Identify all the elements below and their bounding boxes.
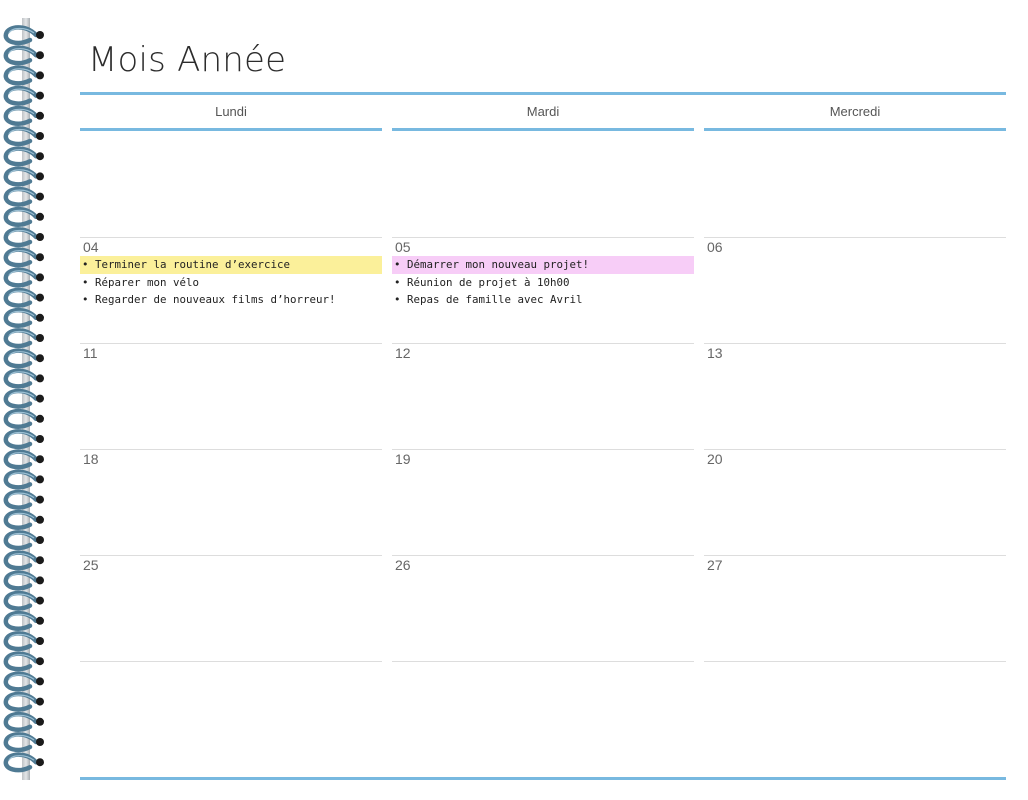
spiral-coil: [3, 105, 44, 126]
spiral-coil: [3, 368, 44, 389]
calendar-cell[interactable]: 06: [704, 237, 1006, 344]
spiral-coil: [3, 429, 44, 450]
spiral-coil: [3, 65, 44, 86]
calendar-cell[interactable]: 27: [704, 555, 1006, 662]
day-header-mercredi: Mercredi: [829, 104, 881, 119]
spiral-coil: [3, 307, 44, 328]
day-number: [392, 131, 694, 149]
day-number: [80, 131, 382, 149]
spiral-coil: [3, 388, 44, 409]
bottom-rule: [80, 777, 1006, 780]
task-list: Terminer la routine d’exercice Réparer m…: [80, 256, 382, 309]
spiral-coil: [3, 489, 44, 510]
calendar-cell[interactable]: 12: [392, 343, 694, 450]
cell-divider: [80, 661, 382, 662]
spiral-coil: [3, 328, 44, 349]
task-item[interactable]: Réunion de projet à 10h00: [392, 274, 694, 292]
spiral-coil: [3, 570, 44, 591]
spiral-coil: [3, 752, 44, 773]
calendar-cell[interactable]: 04 Terminer la routine d’exercice Répare…: [80, 237, 382, 344]
spiral-coil: [3, 631, 44, 652]
day-number: 19: [395, 451, 411, 467]
day-number: 18: [83, 451, 99, 467]
page-title: Mois Année: [88, 40, 287, 80]
spiral-coil: [3, 206, 44, 227]
spiral-coil: [3, 267, 44, 288]
spiral-coil: [3, 691, 44, 712]
task-item[interactable]: Démarrer mon nouveau projet!: [392, 256, 694, 274]
calendar-cell[interactable]: [704, 131, 1006, 237]
spiral-coil: [3, 186, 44, 207]
calendar-cell[interactable]: 11: [80, 343, 382, 450]
calendar-cell[interactable]: 18: [80, 449, 382, 556]
spiral-coil: [3, 247, 44, 268]
spiral-coil: [3, 85, 44, 106]
calendar-cell[interactable]: 20: [704, 449, 1006, 556]
spiral-coil: [3, 550, 44, 571]
spiral-coil: [3, 287, 44, 308]
day-number: 06: [707, 239, 723, 255]
calendar-cell[interactable]: 05 Démarrer mon nouveau projet! Réunion …: [392, 237, 694, 344]
day-number: 13: [707, 345, 723, 361]
spiral-coil: [3, 408, 44, 429]
day-header-lundi: Lundi: [215, 104, 247, 119]
calendar-cell[interactable]: 13: [704, 343, 1006, 450]
calendar-cell[interactable]: 26: [392, 555, 694, 662]
calendar-cell[interactable]: 19: [392, 449, 694, 556]
day-number: [704, 131, 1006, 149]
spiral-coil: [3, 610, 44, 631]
day-number: 11: [83, 345, 98, 361]
task-item[interactable]: Repas de famille avec Avril: [392, 291, 694, 309]
task-item[interactable]: Terminer la routine d’exercice: [80, 256, 382, 274]
day-number: 05: [395, 239, 411, 255]
spiral-coil: [3, 166, 44, 187]
spiral-coil: [3, 348, 44, 369]
spiral-coil: [3, 671, 44, 692]
column-mardi: Mardi 05 Démarrer mon nouveau projet! Ré…: [392, 95, 694, 662]
day-number: 27: [707, 557, 723, 573]
day-number: 20: [707, 451, 723, 467]
calendar-cell[interactable]: 25: [80, 555, 382, 662]
task-item[interactable]: Réparer mon vélo: [80, 274, 382, 292]
day-number: 04: [83, 239, 99, 255]
calendar-cell[interactable]: [392, 131, 694, 237]
day-number: 12: [395, 345, 411, 361]
spiral-binding-icon: [3, 25, 44, 773]
calendar-cell[interactable]: [80, 131, 382, 237]
spiral-coil: [3, 45, 44, 66]
task-item[interactable]: Regarder de nouveaux films d’horreur!: [80, 291, 382, 309]
spiral-coil: [3, 651, 44, 672]
spiral-coil: [3, 449, 44, 470]
day-number: 25: [83, 557, 99, 573]
spiral-coil: [3, 711, 44, 732]
day-header-mardi: Mardi: [526, 104, 560, 119]
spiral-coil: [3, 530, 44, 551]
spiral-coil: [3, 146, 44, 167]
spiral-coil: [3, 509, 44, 530]
spiral-coil: [3, 590, 44, 611]
spiral-coil: [3, 469, 44, 490]
cell-divider: [704, 661, 1006, 662]
day-number: 26: [395, 557, 411, 573]
spiral-coil: [3, 126, 44, 147]
spiral-coil: [3, 732, 44, 753]
column-mercredi: Mercredi 06 13 20 27: [704, 95, 1006, 662]
spiral-coil: [3, 227, 44, 248]
task-list: Démarrer mon nouveau projet! Réunion de …: [392, 256, 694, 309]
column-lundi: Lundi 04 Terminer la routine d’exercice …: [80, 95, 382, 662]
cell-divider: [392, 661, 694, 662]
spiral-coil: [3, 25, 44, 46]
